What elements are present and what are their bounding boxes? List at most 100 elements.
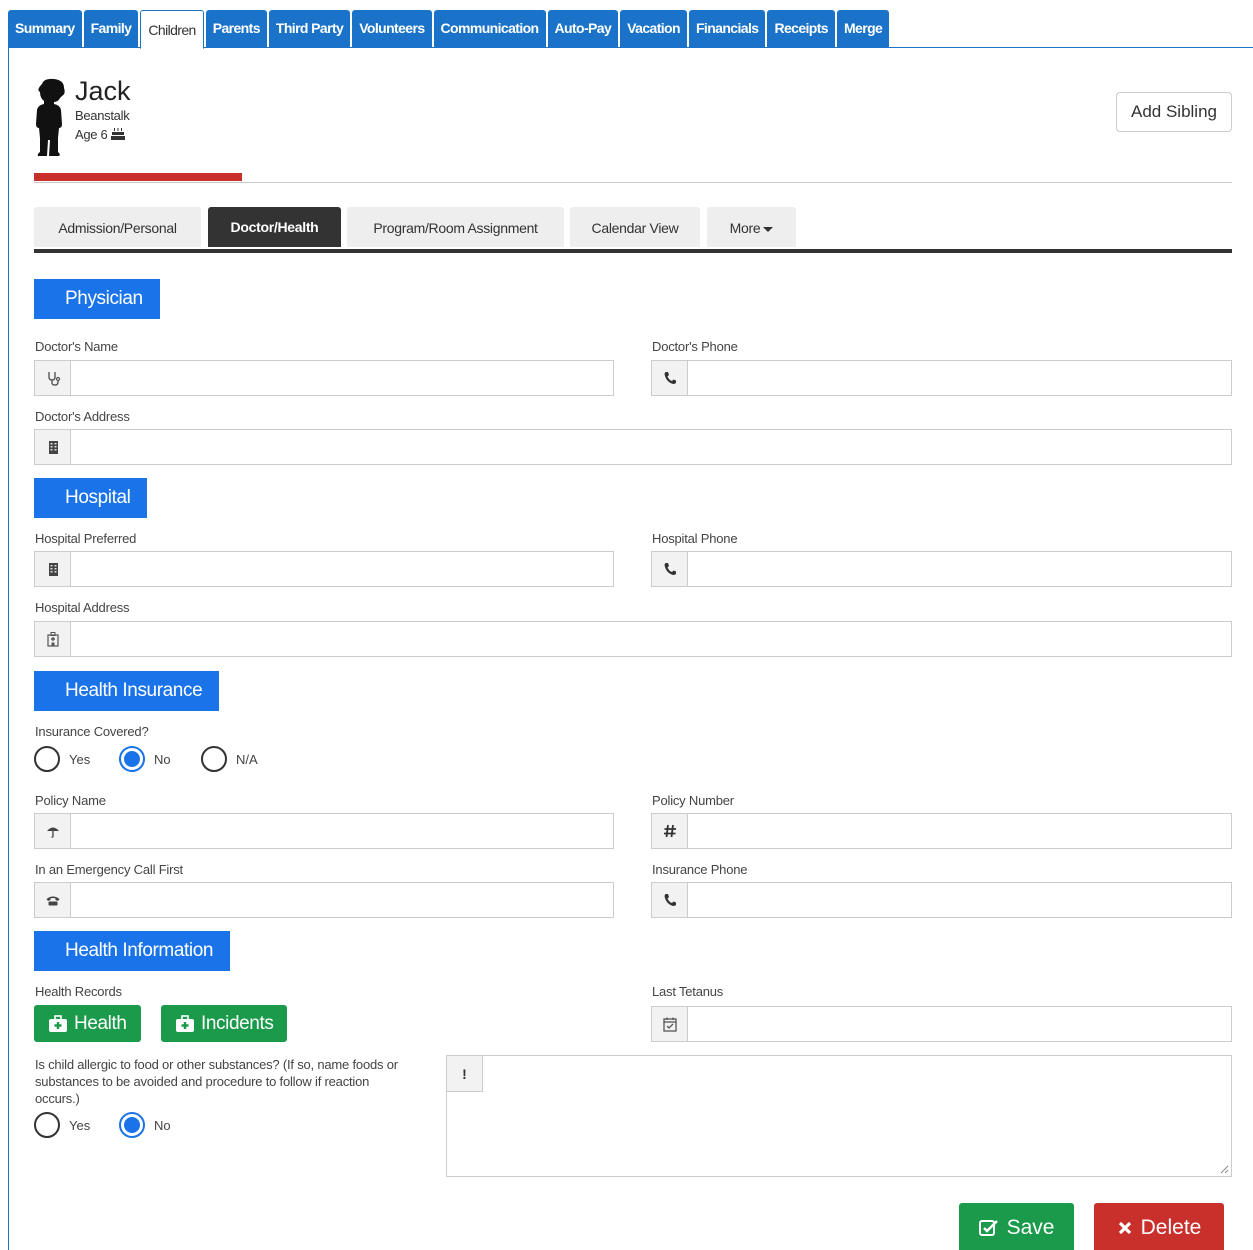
insurance-yes-radio[interactable]	[34, 746, 60, 772]
insurance-phone-label: Insurance Phone	[652, 862, 748, 877]
subtab-program-room[interactable]: Program/Room Assignment	[347, 207, 564, 247]
insurance-na-radio[interactable]	[201, 746, 227, 772]
tab-third-party[interactable]: Third Party	[268, 10, 351, 48]
tab-financials[interactable]: Financials	[688, 10, 766, 48]
health-records-label: Health Records	[35, 984, 122, 999]
insurance-yes-label: Yes	[69, 752, 91, 767]
phone-icon	[652, 361, 688, 395]
hospital-preferred-input[interactable]	[71, 552, 613, 586]
tab-summary[interactable]: Summary	[8, 10, 82, 48]
insurance-phone-input[interactable]	[688, 883, 1231, 917]
hospital-preferred-group	[34, 551, 614, 587]
subtab-underline	[34, 249, 1232, 253]
doctor-name-input[interactable]	[71, 361, 613, 395]
stethoscope-icon	[35, 361, 71, 395]
medkit-icon	[176, 1014, 194, 1032]
emergency-call-input[interactable]	[71, 883, 613, 917]
add-sibling-button[interactable]: Add Sibling	[1116, 92, 1232, 132]
subtab-more-label: More	[729, 220, 761, 236]
subtab-more-dropdown[interactable]: More	[707, 207, 796, 247]
hospital-icon	[35, 622, 71, 656]
save-button[interactable]: Save	[959, 1203, 1074, 1250]
check-square-icon	[978, 1220, 998, 1236]
medkit-icon	[49, 1014, 67, 1032]
tab-children[interactable]: Children	[140, 10, 204, 49]
header-divider	[34, 182, 1232, 183]
doctor-phone-input[interactable]	[688, 361, 1231, 395]
child-age: Age 6	[75, 127, 108, 142]
insurance-covered-label: Insurance Covered?	[35, 724, 149, 739]
insurance-na-label: N/A	[236, 752, 258, 767]
allergy-question: Is child allergic to food or other subst…	[35, 1057, 398, 1106]
doctor-phone-label: Doctor's Phone	[652, 339, 738, 354]
tab-family[interactable]: Family	[83, 10, 139, 48]
policy-name-label: Policy Name	[35, 793, 106, 808]
building-icon	[35, 430, 71, 464]
allergy-no-radio[interactable]	[119, 1112, 145, 1138]
allergy-yes-label: Yes	[69, 1118, 91, 1133]
policy-number-input[interactable]	[688, 814, 1231, 848]
hospital-address-label: Hospital Address	[35, 600, 130, 615]
tab-merge[interactable]: Merge	[837, 10, 890, 48]
hospital-address-input[interactable]	[71, 622, 1231, 656]
header-accent-bar	[34, 173, 242, 181]
child-last-name: Beanstalk	[75, 108, 130, 123]
delete-label: Delete	[1140, 1216, 1202, 1239]
tab-volunteers[interactable]: Volunteers	[352, 10, 432, 48]
policy-number-group	[651, 813, 1232, 849]
phone-icon	[652, 883, 688, 917]
top-tab-bar: Summary Family Children Parents Third Pa…	[8, 10, 1253, 49]
policy-name-group	[34, 813, 614, 849]
hospital-phone-group	[651, 551, 1232, 587]
child-avatar-silhouette	[36, 78, 65, 156]
health-records-button[interactable]: Health	[34, 1005, 141, 1042]
calendar-check-icon	[652, 1007, 688, 1041]
subtab-calendar-view[interactable]: Calendar View	[570, 207, 700, 247]
delete-button[interactable]: Delete	[1094, 1203, 1224, 1250]
subtab-doctor-health[interactable]: Doctor/Health	[208, 207, 341, 247]
tab-parents[interactable]: Parents	[205, 10, 267, 48]
doctor-address-label: Doctor's Address	[35, 409, 130, 424]
emergency-call-group	[34, 882, 614, 918]
insurance-no-label: No	[154, 752, 171, 767]
incidents-button[interactable]: Incidents	[161, 1005, 288, 1042]
doctor-name-group	[34, 360, 614, 396]
policy-name-input[interactable]	[71, 814, 613, 848]
phone-icon	[652, 552, 688, 586]
child-name: Jack	[75, 76, 131, 106]
last-tetanus-input[interactable]	[688, 1007, 1231, 1041]
health-button-label: Health	[74, 1012, 127, 1034]
exclamation-icon: !	[447, 1056, 483, 1092]
doctor-address-group	[34, 429, 1232, 465]
allergy-details-textarea[interactable]	[483, 1056, 1231, 1176]
incidents-button-label: Incidents	[201, 1012, 274, 1034]
subtab-admission-personal[interactable]: Admission/Personal	[34, 207, 201, 247]
times-icon	[1118, 1221, 1131, 1235]
hospital-address-group	[34, 621, 1232, 657]
section-physician: Physician	[34, 279, 160, 319]
tab-receipts[interactable]: Receipts	[767, 10, 835, 48]
doctor-phone-group	[651, 360, 1232, 396]
insurance-no-radio[interactable]	[119, 746, 145, 772]
insurance-phone-group	[651, 882, 1232, 918]
section-health-insurance: Health Insurance	[34, 671, 220, 711]
child-age-line: Age 6	[75, 127, 125, 142]
doctor-name-label: Doctor's Name	[35, 339, 118, 354]
caret-down-icon	[763, 226, 774, 232]
section-hospital: Hospital	[34, 478, 148, 518]
allergy-details-group: !	[446, 1055, 1232, 1177]
last-tetanus-label: Last Tetanus	[652, 984, 724, 999]
hospital-preferred-label: Hospital Preferred	[35, 531, 137, 546]
section-health-information: Health Information	[34, 931, 231, 971]
allergy-yes-radio[interactable]	[34, 1112, 60, 1138]
umbrella-icon	[35, 814, 71, 848]
tab-vacation[interactable]: Vacation	[620, 10, 687, 48]
resize-grip-icon[interactable]	[1219, 1164, 1229, 1174]
hospital-phone-input[interactable]	[688, 552, 1231, 586]
tab-communication[interactable]: Communication	[433, 10, 546, 48]
allergy-no-label: No	[154, 1118, 171, 1133]
emergency-call-label: In an Emergency Call First	[35, 862, 183, 877]
tab-auto-pay[interactable]: Auto-Pay	[547, 10, 619, 48]
doctor-address-input[interactable]	[71, 430, 1231, 464]
birthday-cake-icon	[110, 128, 125, 140]
